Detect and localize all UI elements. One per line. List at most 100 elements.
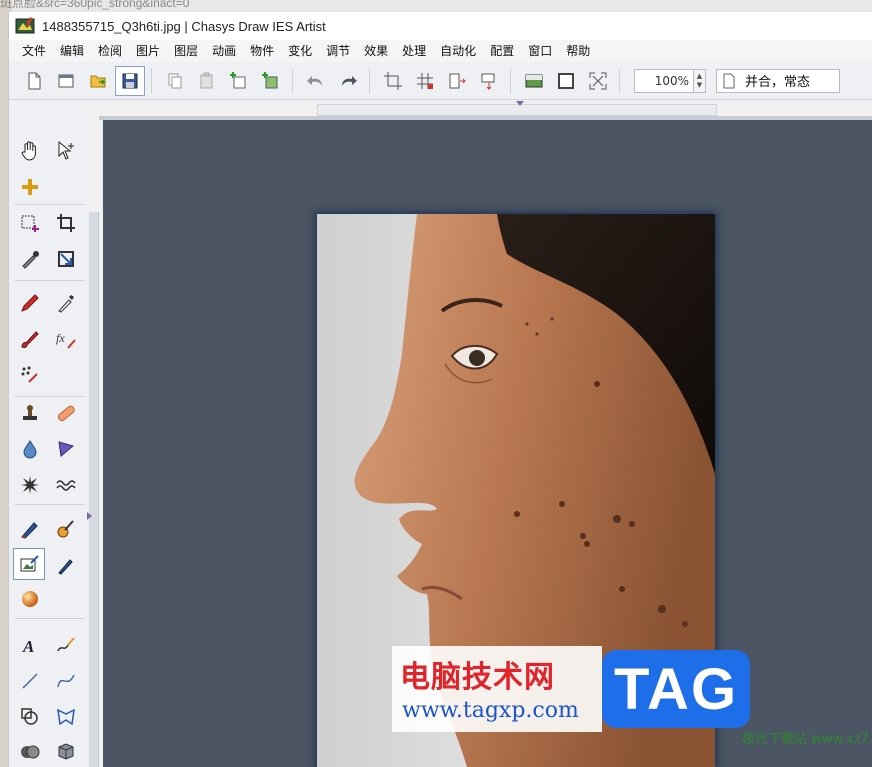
tool-sphere[interactable] [15,584,45,614]
image-view-button[interactable] [519,66,549,96]
menu-transform[interactable]: 变化 [281,41,319,61]
tool-transform[interactable] [51,244,81,274]
zoom-input[interactable]: 100% [634,68,694,93]
eyedropper-icon [22,251,39,269]
tool-crop[interactable] [51,208,81,238]
blend-mode-select[interactable]: 并合，常态 [716,68,840,93]
frame-icon [558,72,574,89]
redo-icon [342,75,357,86]
tool-fx-brush[interactable]: fx [51,324,81,354]
horizontal-ruler[interactable] [317,101,717,116]
tool-cube[interactable] [51,736,81,766]
tool-hand[interactable] [15,136,45,166]
menu-animation[interactable]: 动画 [205,41,243,61]
pencil-icon [21,294,39,312]
wave-icon [56,480,76,491]
tool-stamp[interactable] [15,398,45,428]
menu-help[interactable]: 帮助 [559,41,597,61]
fullscreen-icon [589,72,607,89]
tool-image-edit[interactable] [13,548,45,580]
tool-fill-brush[interactable] [51,514,81,544]
background-url-text: 斑点脸&src=360pic_strong&inact=0 [0,0,190,10]
menu-window[interactable]: 窗口 [521,41,559,61]
tool-marker[interactable] [15,514,45,544]
open-window-icon [58,74,74,87]
warp-icon [57,708,75,726]
menu-effects[interactable]: 效果 [357,41,395,61]
menu-file[interactable]: 文件 [15,41,53,61]
tool-curve[interactable] [51,666,81,696]
line-icon [22,673,38,689]
resize-canvas-button[interactable] [442,66,472,96]
fill-brush-icon [57,520,74,538]
text-icon: A [22,637,34,656]
title-bar: 1488355715_Q3h6ti.jpg | Chasys Draw IES … [9,12,872,40]
new-file-button[interactable] [19,66,49,96]
tool-wave[interactable] [51,470,81,500]
tool-pencil[interactable] [15,288,45,318]
chevron-up-icon[interactable]: ▲ [697,72,702,81]
pipette-icon [58,295,74,313]
blend-mode-label: 并合，常态 [745,75,811,90]
tool-separator [15,396,85,397]
chevron-down-icon[interactable]: ▼ [697,81,702,90]
zoom-stepper[interactable]: ▲ ▼ [694,68,706,93]
tool-cylinder[interactable] [15,736,45,766]
tool-warp[interactable] [51,702,81,732]
tool-shape[interactable] [15,702,45,732]
save-icon [122,73,138,88]
menu-view[interactable]: 检阅 [91,41,129,61]
tool-eyedropper[interactable] [15,244,45,274]
tool-wedge[interactable] [51,434,81,464]
menu-config[interactable]: 配置 [483,41,521,61]
paste-button[interactable] [192,66,222,96]
tool-drop[interactable] [15,434,45,464]
menu-automation[interactable]: 自动化 [433,41,483,61]
tool-pipette[interactable] [51,288,81,318]
tool-text[interactable]: A [15,630,45,660]
copy-button[interactable] [160,66,190,96]
tool-select-rect[interactable] [15,208,45,238]
tool-splat[interactable] [15,470,45,500]
open-folder-icon [90,75,106,87]
tool-brush[interactable] [15,324,45,354]
vertical-ruler[interactable] [87,212,99,767]
tool-bandage[interactable] [51,398,81,428]
save-button[interactable] [115,65,145,96]
watermark-site-text: 极光下载站 www.xz7.com [742,732,872,747]
open-folder-button[interactable] [83,66,113,96]
tool-pen[interactable] [51,550,81,580]
menu-process[interactable]: 处理 [395,41,433,61]
tool-separator [15,204,85,205]
watermark-tag-logo: TAG [602,650,750,728]
add-layer-button[interactable] [256,66,286,96]
image-icon [525,74,543,87]
undo-icon [307,75,322,86]
tool-path[interactable] [51,630,81,660]
bandage-icon [57,405,75,422]
menu-adjust[interactable]: 调节 [319,41,357,61]
menu-edit[interactable]: 编辑 [53,41,91,61]
toolbar-separator [369,67,370,94]
fullscreen-button[interactable] [583,66,613,96]
document-icon [723,73,735,88]
crop-frame-button[interactable] [378,66,408,96]
tool-line[interactable] [15,666,45,696]
fx-brush-icon: fx [56,331,76,349]
watermark-title: 电脑技术网 [400,660,555,695]
redo-button[interactable] [333,66,363,96]
new-layer-button[interactable] [224,66,254,96]
menu-image[interactable]: 图片 [129,41,167,61]
frame-button[interactable] [551,66,581,96]
open-window-button[interactable] [51,66,81,96]
tool-anchor[interactable] [15,172,45,202]
tool-pointer-move[interactable] [51,136,81,166]
menu-layer[interactable]: 图层 [167,41,205,61]
add-layer-icon [262,71,278,88]
tool-dots[interactable] [15,360,45,390]
resize-canvas-icon [449,73,466,88]
menu-object[interactable]: 物件 [243,41,281,61]
flip-button[interactable] [474,66,504,96]
undo-button[interactable] [301,66,331,96]
grid-button[interactable] [410,66,440,96]
